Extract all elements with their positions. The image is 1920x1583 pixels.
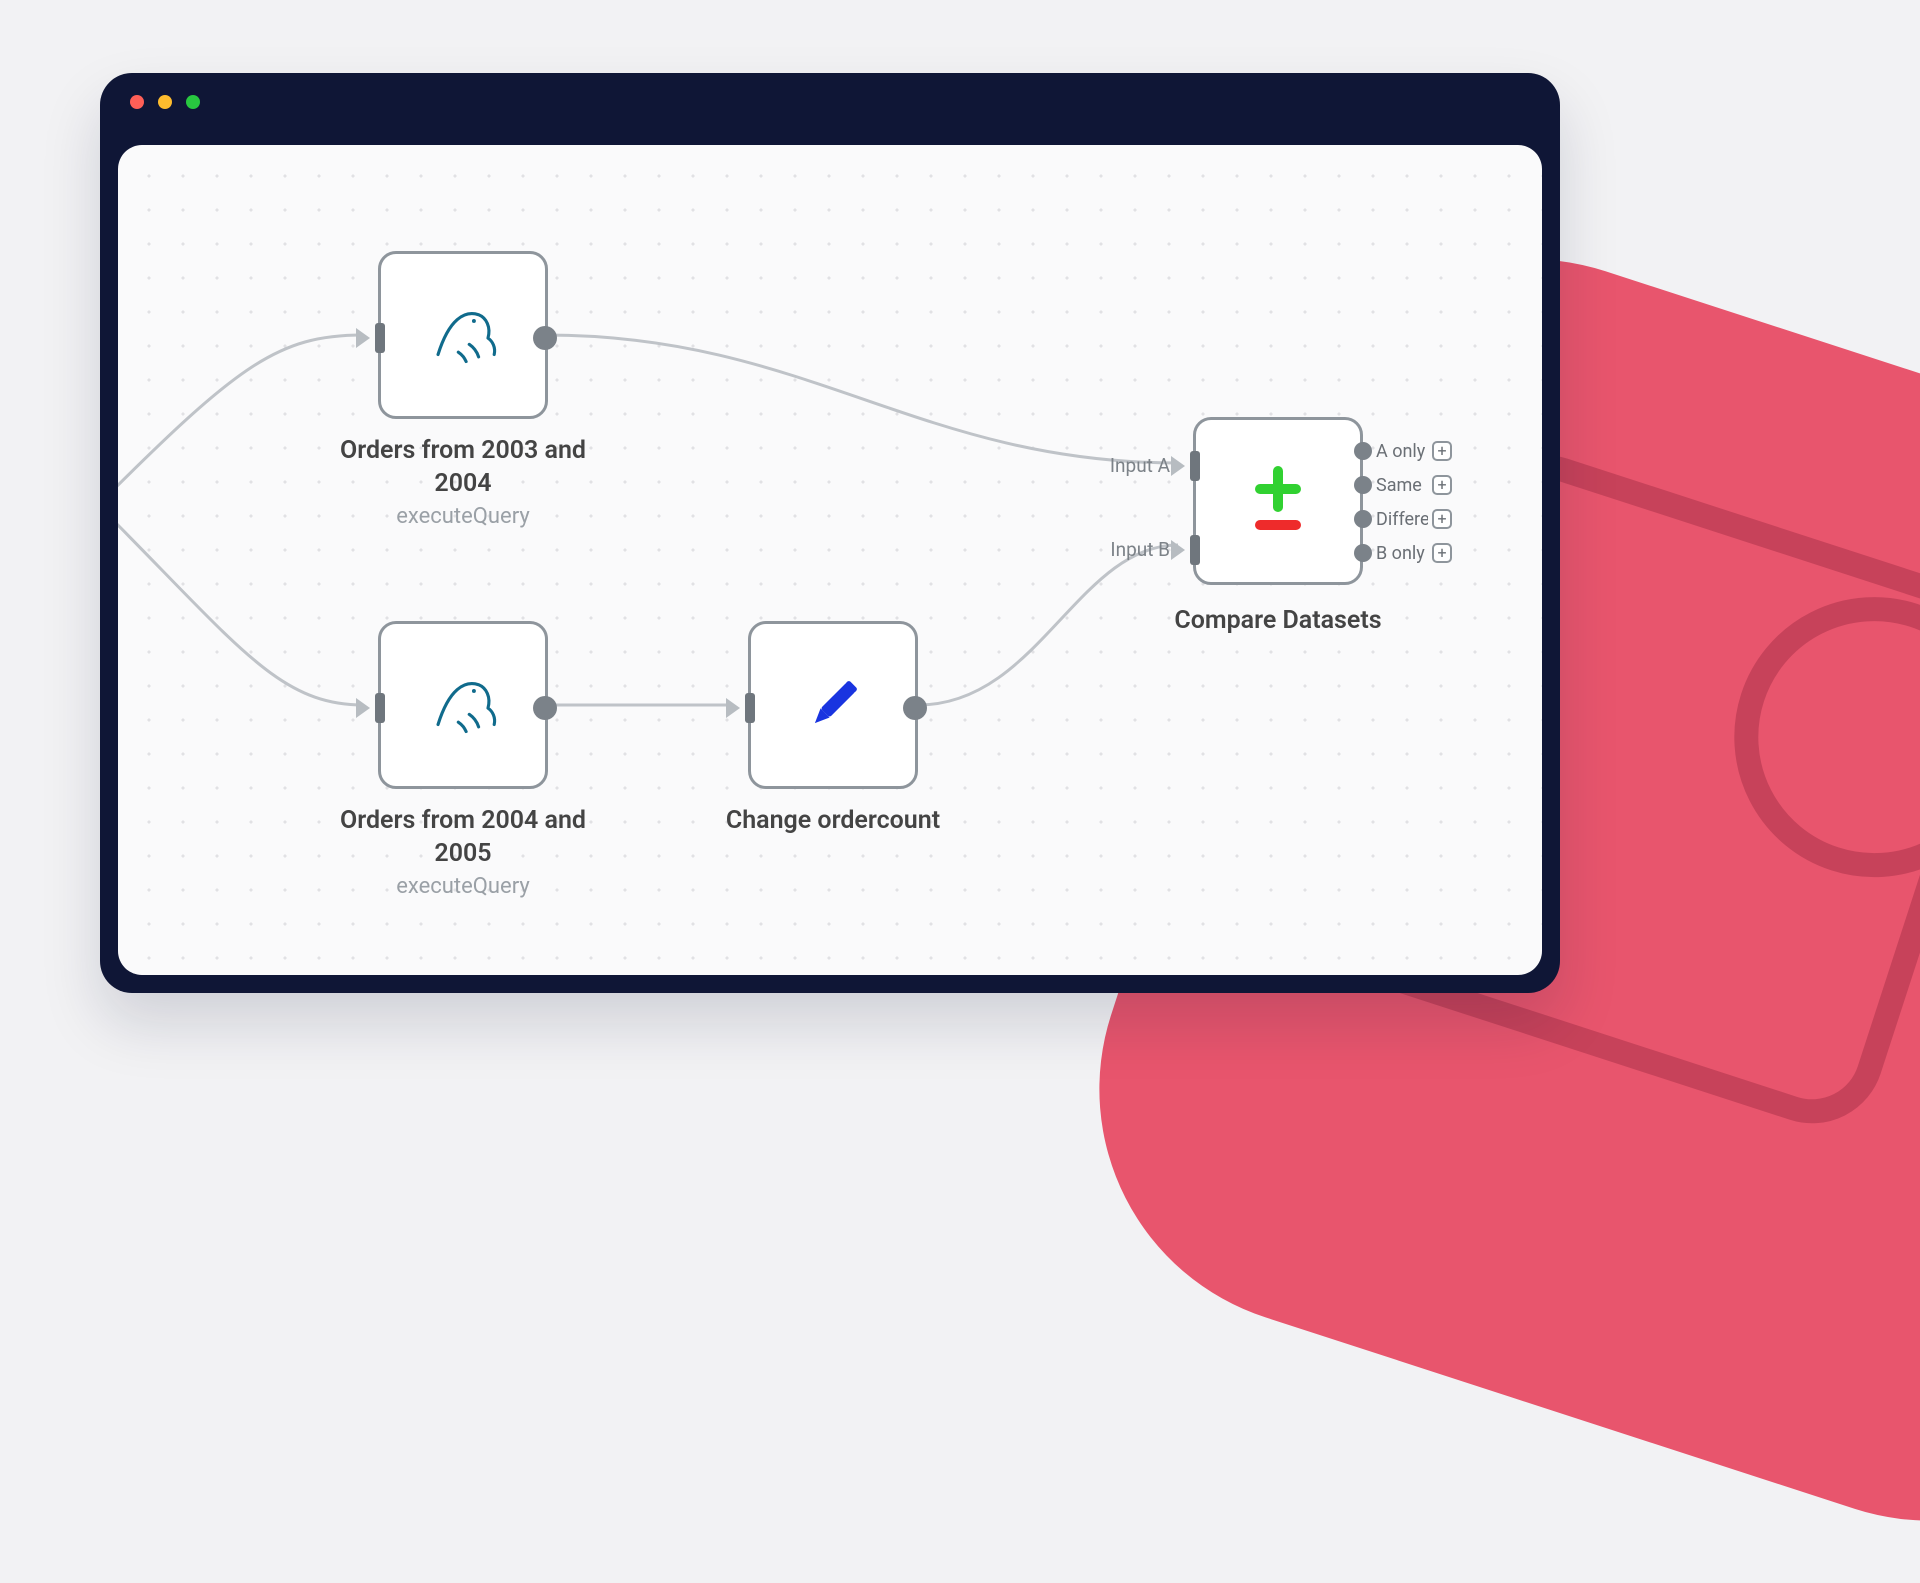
compare-output-list: A only + Same + Different + B only + — [1354, 434, 1452, 570]
workflow-canvas[interactable]: Orders from 2003 and 2004 executeQuery O… — [118, 145, 1542, 975]
mysql-icon — [381, 624, 545, 786]
node-output-port[interactable] — [1354, 510, 1372, 528]
add-connection-icon[interactable]: + — [1432, 543, 1452, 563]
output-label: B only — [1376, 543, 1428, 564]
window-minimize-dot[interactable] — [158, 95, 172, 109]
output-label: A only — [1376, 441, 1428, 462]
input-label-a: Input A — [1110, 454, 1170, 477]
plus-minus-icon — [1196, 420, 1360, 582]
input-label-b: Input B — [1110, 538, 1170, 561]
node-orders-2003-2004[interactable] — [378, 251, 548, 419]
window-maximize-dot[interactable] — [186, 95, 200, 109]
mysql-icon — [381, 254, 545, 416]
add-connection-icon[interactable]: + — [1432, 475, 1452, 495]
compare-output-row: B only + — [1354, 536, 1452, 570]
input-arrow-icon — [356, 698, 370, 718]
node-title: Orders from 2004 and 2005 — [313, 805, 613, 870]
node-title: Change ordercount — [683, 805, 983, 838]
node-output-port[interactable] — [1354, 544, 1372, 562]
node-subtitle: executeQuery — [313, 874, 613, 899]
node-change-ordercount[interactable] — [748, 621, 918, 789]
compare-output-row: A only + — [1354, 434, 1452, 468]
node-output-port[interactable] — [1354, 476, 1372, 494]
output-label: Different — [1376, 509, 1428, 530]
node-orders-2004-2005[interactable] — [378, 621, 548, 789]
input-arrow-icon — [356, 328, 370, 348]
input-arrow-icon — [1171, 540, 1185, 560]
node-label-group: Compare Datasets — [1128, 605, 1428, 638]
node-label-group: Orders from 2004 and 2005 executeQuery — [313, 805, 613, 899]
compare-output-row: Different + — [1354, 502, 1452, 536]
window-traffic-lights — [130, 95, 200, 109]
node-label-group: Change ordercount — [683, 805, 983, 838]
node-subtitle: executeQuery — [313, 504, 613, 529]
input-arrow-icon — [726, 698, 740, 718]
node-output-port[interactable] — [1354, 442, 1372, 460]
pencil-icon — [751, 624, 915, 786]
input-arrow-icon — [1171, 456, 1185, 476]
compare-output-row: Same + — [1354, 468, 1452, 502]
node-compare-datasets[interactable]: Input A Input B A only + — [1193, 417, 1363, 585]
output-label: Same — [1376, 475, 1428, 496]
node-title: Compare Datasets — [1128, 605, 1428, 638]
app-window: Orders from 2003 and 2004 executeQuery O… — [100, 73, 1560, 993]
add-connection-icon[interactable]: + — [1432, 509, 1452, 529]
add-connection-icon[interactable]: + — [1432, 441, 1452, 461]
node-label-group: Orders from 2003 and 2004 executeQuery — [313, 435, 613, 529]
window-close-dot[interactable] — [130, 95, 144, 109]
node-title: Orders from 2003 and 2004 — [313, 435, 613, 500]
